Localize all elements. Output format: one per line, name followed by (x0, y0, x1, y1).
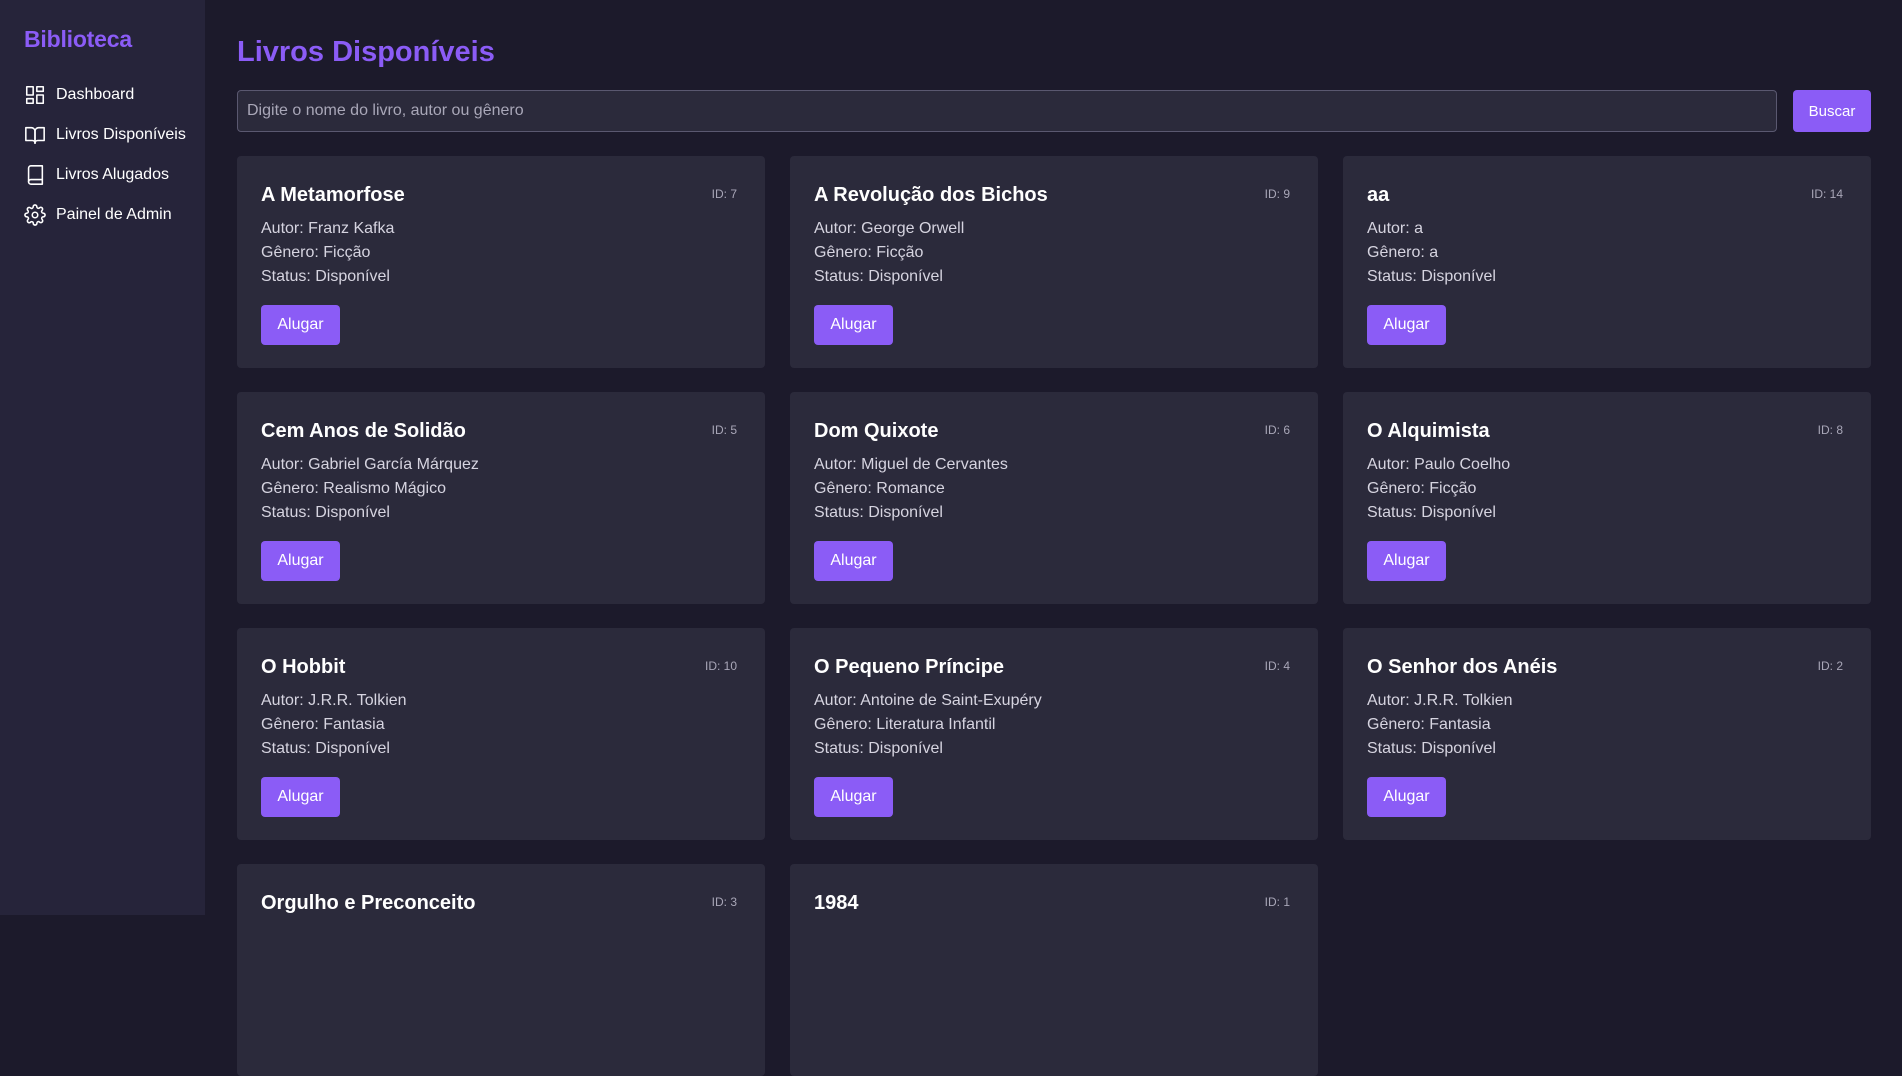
rent-button[interactable]: Alugar (261, 305, 340, 345)
book-title: aa (1367, 184, 1390, 206)
book-title: O Pequeno Príncipe (814, 656, 1005, 678)
book-genre: Gênero: a (1367, 244, 1439, 261)
book-status: Status: Disponível (261, 504, 390, 521)
book-title: O Hobbit (261, 656, 346, 678)
sidebar-item-label: Livros Alugados (56, 166, 169, 183)
book-title: O Alquimista (1367, 420, 1490, 442)
open-book-icon (25, 126, 45, 145)
book-genre: Gênero: Romance (814, 480, 945, 497)
rent-button[interactable]: Alugar (814, 777, 893, 817)
book-title: Dom Quixote (814, 420, 939, 442)
book-icon (27, 165, 44, 185)
book-id: ID: 3 (711, 895, 737, 909)
book-status: Status: Disponível (261, 268, 390, 285)
gear-icon (24, 204, 46, 226)
page-title: Livros Disponíveis (237, 36, 495, 68)
book-title: A Revolução dos Bichos (814, 184, 1048, 206)
book-author: Autor: Miguel de Cervantes (814, 456, 1008, 473)
rent-button[interactable]: Alugar (1367, 777, 1446, 817)
book-card: A Revolução dos Bichos ID: 9 Autor: Geor… (790, 156, 1318, 368)
book-status: Status: Disponível (814, 740, 943, 757)
sidebar-item-livros-disponiveis[interactable]: Livros Disponíveis (24, 115, 205, 155)
book-author: Autor: Paulo Coelho (1367, 456, 1511, 473)
sidebar: Biblioteca Dashboard Livros Disponíveis (0, 0, 205, 915)
book-card: aa ID: 14 Autor: a Gênero: a Status: Dis… (1343, 156, 1871, 368)
sidebar-item-dashboard[interactable]: Dashboard (24, 75, 205, 115)
book-genre: Gênero: Fantasia (261, 716, 385, 733)
book-card: O Senhor dos Anéis ID: 2 Autor: J.R.R. T… (1343, 628, 1871, 840)
sidebar-item-label: Dashboard (56, 86, 135, 103)
book-id: ID: 9 (1264, 187, 1290, 201)
dashboard-icon (25, 85, 45, 105)
book-status: Status: Disponível (1367, 504, 1496, 521)
book-author: Autor: Franz Kafka (261, 220, 395, 237)
book-card: Orgulho e Preconceito ID: 3 (237, 864, 765, 1076)
book-title: A Metamorfose (261, 184, 405, 206)
book-card: Cem Anos de Solidão ID: 5 Autor: Gabriel… (237, 392, 765, 604)
book-genre: Gênero: Ficção (261, 244, 371, 261)
book-author: Autor: J.R.R. Tolkien (261, 692, 407, 709)
app: Biblioteca Dashboard Livros Disponíveis (0, 0, 1902, 1076)
book-card: O Hobbit ID: 10 Autor: J.R.R. Tolkien Gê… (237, 628, 765, 840)
rent-button[interactable]: Alugar (814, 541, 893, 581)
book-author: Autor: J.R.R. Tolkien (1367, 692, 1513, 709)
book-genre: Gênero: Fantasia (1367, 716, 1491, 733)
book-genre: Gênero: Ficção (814, 244, 924, 261)
search-bar: Buscar (237, 90, 1871, 132)
rent-button[interactable]: Alugar (261, 777, 340, 817)
book-id: ID: 7 (711, 187, 737, 201)
book-id: ID: 10 (704, 659, 737, 673)
search-button[interactable]: Buscar (1793, 90, 1871, 132)
sidebar-item-painel-de-admin[interactable]: Painel de Admin (24, 195, 205, 235)
book-id: ID: 5 (711, 423, 737, 437)
sidebar-nav: Dashboard Livros Disponíveis Livros Alug… (24, 75, 205, 235)
book-genre: Gênero: Realismo Mágico (261, 480, 446, 497)
book-card: Dom Quixote ID: 6 Autor: Miguel de Cerva… (790, 392, 1318, 604)
book-id: ID: 2 (1817, 659, 1843, 673)
rent-button[interactable]: Alugar (1367, 305, 1446, 345)
book-id: ID: 8 (1817, 423, 1843, 437)
book-genre: Gênero: Literatura Infantil (814, 716, 996, 733)
sidebar-item-label: Painel de Admin (56, 206, 172, 223)
rent-button[interactable]: Alugar (1367, 541, 1446, 581)
main-content: Livros Disponíveis Buscar A Metamorfose … (205, 0, 1902, 1076)
sidebar-item-label: Livros Disponíveis (56, 126, 186, 143)
book-title: 1984 (814, 892, 859, 914)
rent-button[interactable]: Alugar (261, 541, 340, 581)
book-author: Autor: a (1367, 220, 1424, 237)
book-title: O Senhor dos Anéis (1367, 656, 1558, 678)
book-id: ID: 14 (1810, 187, 1843, 201)
book-author: Autor: George Orwell (814, 220, 965, 237)
book-grid: A Metamorfose ID: 7 Autor: Franz Kafka G… (237, 156, 1871, 1076)
book-status: Status: Disponível (1367, 268, 1496, 285)
book-card: A Metamorfose ID: 7 Autor: Franz Kafka G… (237, 156, 765, 368)
book-card: O Alquimista ID: 8 Autor: Paulo Coelho G… (1343, 392, 1871, 604)
book-id: ID: 1 (1264, 895, 1290, 909)
book-status: Status: Disponível (261, 740, 390, 757)
book-author: Autor: Antoine de Saint-Exupéry (814, 692, 1042, 709)
book-status: Status: Disponível (1367, 740, 1496, 757)
book-title: Cem Anos de Solidão (261, 420, 466, 442)
book-title: Orgulho e Preconceito (261, 892, 476, 914)
book-author: Autor: Gabriel García Márquez (261, 456, 479, 473)
book-id: ID: 6 (1264, 423, 1290, 437)
rent-button[interactable]: Alugar (814, 305, 893, 345)
book-status: Status: Disponível (814, 268, 943, 285)
book-card: 1984 ID: 1 (790, 864, 1318, 1076)
book-status: Status: Disponível (814, 504, 943, 521)
book-genre: Gênero: Ficção (1367, 480, 1477, 497)
brand-logo[interactable]: Biblioteca (24, 26, 205, 53)
search-input[interactable] (237, 90, 1777, 132)
sidebar-item-livros-alugados[interactable]: Livros Alugados (24, 155, 205, 195)
book-id: ID: 4 (1264, 659, 1290, 673)
book-card: O Pequeno Príncipe ID: 4 Autor: Antoine … (790, 628, 1318, 840)
